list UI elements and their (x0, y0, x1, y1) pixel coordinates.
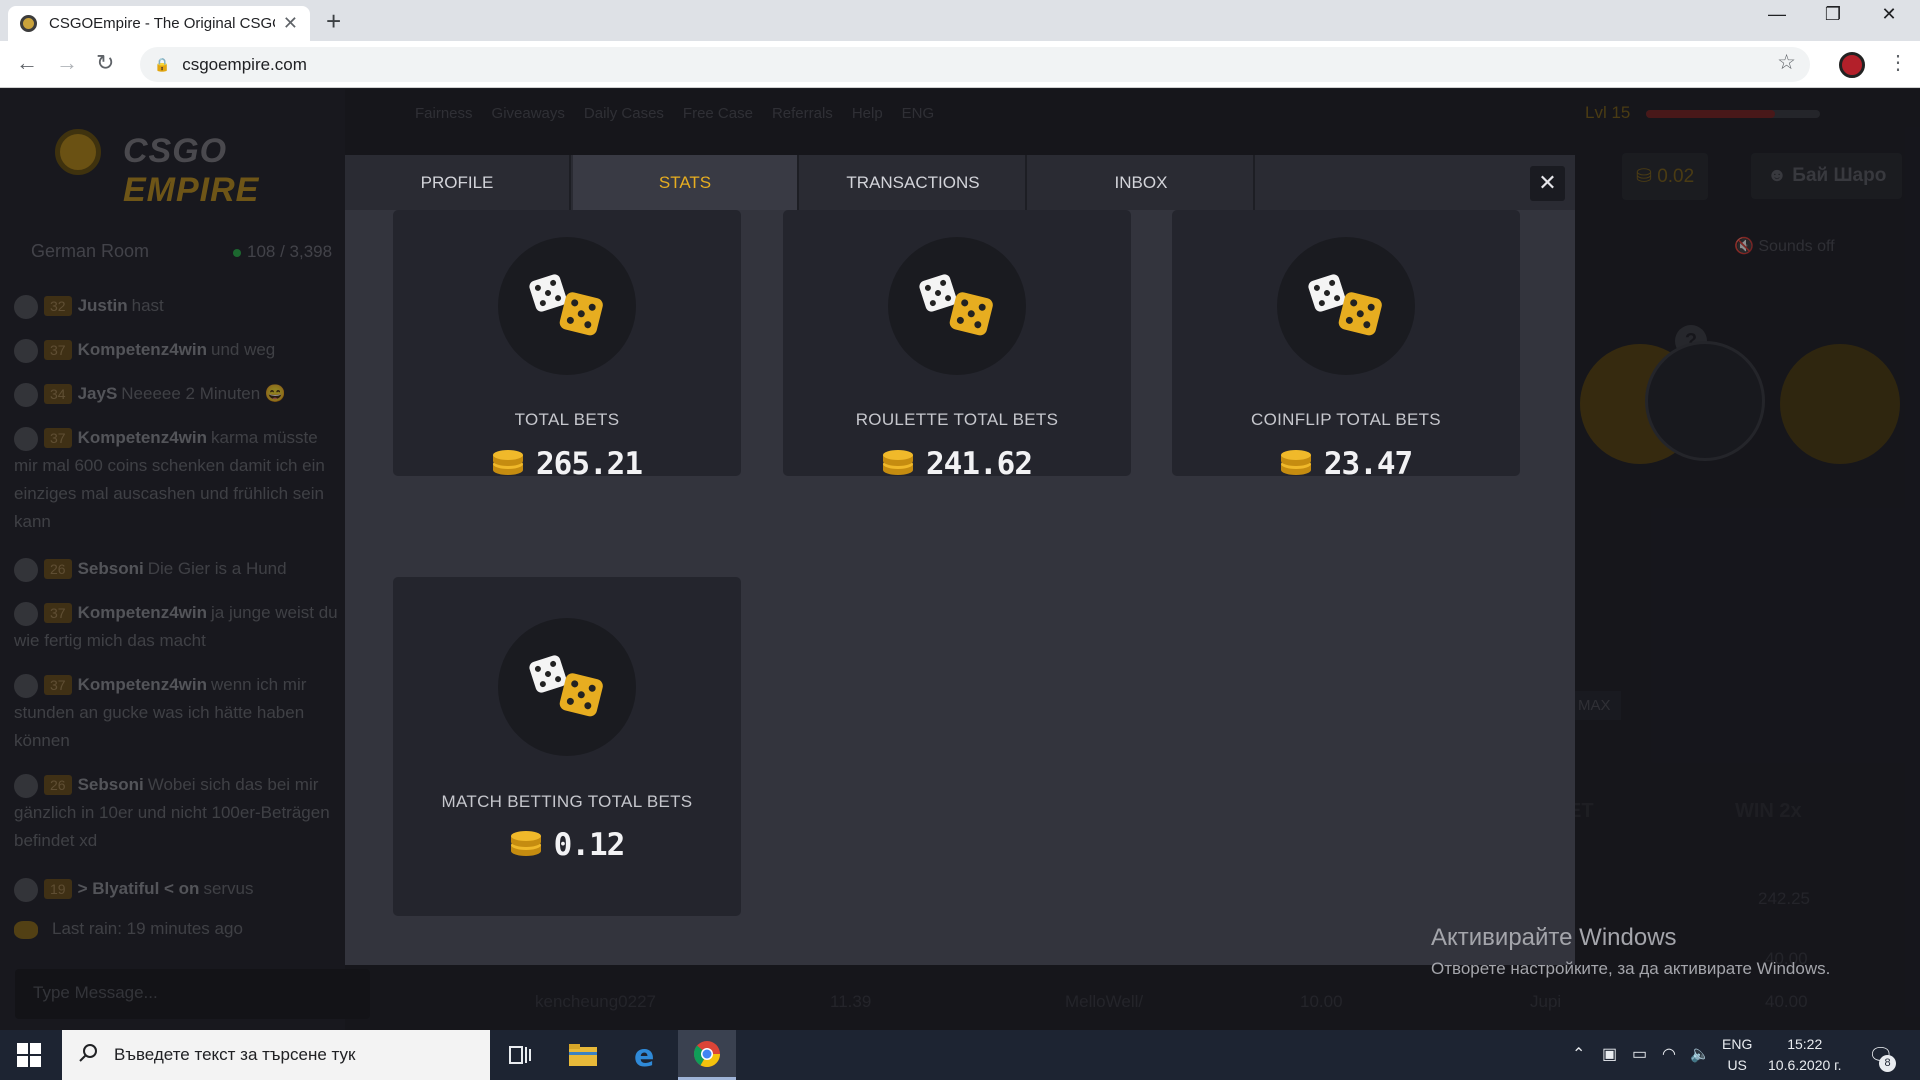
wifi-icon[interactable]: ◠ (1662, 1044, 1676, 1064)
task-view-icon[interactable] (491, 1030, 549, 1080)
tab-transactions[interactable]: TRANSACTIONS (801, 155, 1027, 210)
back-arrow-icon[interactable]: ← (16, 50, 38, 76)
coin-stack-icon (882, 448, 914, 481)
stat-value-row: 23.47 (1172, 446, 1520, 482)
stat-card-match-betting: MATCH BETTING TOTAL BETS 0.12 (393, 577, 741, 916)
window-close-button[interactable]: ✕ (1862, 4, 1916, 25)
clock-time: 15:22 (1787, 1036, 1823, 1052)
tab-inbox[interactable]: INBOX (1029, 155, 1255, 210)
stat-value-row: 265.21 (393, 446, 741, 482)
chrome-browser-icon[interactable] (678, 1030, 736, 1080)
coin-stack-icon (510, 829, 542, 862)
restore-button[interactable]: ❐ (1806, 4, 1860, 25)
clock-date: 10.6.2020 г. (1768, 1057, 1842, 1073)
defender-icon[interactable]: ▣ (1602, 1044, 1617, 1064)
lang-bottom: US (1727, 1057, 1747, 1073)
stat-value-row: 0.12 (393, 827, 741, 863)
windows-activation-title: Активирайте Windows (1431, 924, 1677, 951)
site-favicon-icon (20, 15, 37, 32)
browser-profile-avatar[interactable] (1839, 52, 1865, 78)
battery-icon[interactable]: ▭ (1632, 1044, 1647, 1064)
reload-icon[interactable]: ↻ (96, 50, 114, 76)
taskbar-search-input[interactable]: Въведете текст за търсене тук (62, 1030, 490, 1080)
show-hidden-icons-icon[interactable]: ⌃ (1572, 1044, 1585, 1064)
tab-close-icon[interactable]: ✕ (283, 13, 298, 34)
stat-label: MATCH BETTING TOTAL BETS (441, 792, 693, 811)
address-bar-row: ← → ↻ 🔒 csgoempire.com ☆ (0, 41, 1920, 88)
lock-icon: 🔒 (154, 56, 171, 72)
tab-profile[interactable]: PROFILE (345, 155, 571, 210)
bookmark-star-icon[interactable]: ☆ (1777, 50, 1796, 75)
tab-title: CSGOEmpire - The Original CSGO (49, 15, 275, 32)
modal-tabs: PROFILE STATS TRANSACTIONS INBOX ✕ (345, 155, 1575, 210)
stat-value-row: 241.62 (783, 446, 1131, 482)
browser-menu-icon[interactable]: ⋮ (1888, 50, 1908, 75)
coin-stack-icon (492, 448, 524, 481)
windows-taskbar: Въведете текст за търсене тук e ⌃ ▣ ▭ ◠ … (0, 1030, 1920, 1080)
stat-label: COINFLIP TOTAL BETS (1251, 410, 1441, 429)
close-icon[interactable]: ✕ (1530, 166, 1565, 201)
edge-browser-icon[interactable]: e (616, 1030, 674, 1080)
volume-icon[interactable]: 🔈 (1690, 1044, 1710, 1064)
search-icon (78, 1043, 98, 1068)
browser-tab-bar: CSGOEmpire - The Original CSGO ✕ + — ❐ ✕ (0, 0, 1920, 41)
url-input[interactable]: 🔒 csgoempire.com ☆ (140, 47, 1810, 82)
stat-label: TOTAL BETS (514, 410, 620, 429)
file-explorer-icon[interactable] (554, 1030, 612, 1080)
coin-stack-icon (1280, 448, 1312, 481)
lang-top: ENG (1722, 1036, 1753, 1052)
notification-center-icon[interactable]: 🗨 8 (1868, 1043, 1896, 1072)
stat-value: 0.12 (553, 827, 626, 863)
dice-icon (498, 618, 636, 756)
windows-activation-subtitle: Отворете настройките, за да активирате W… (1431, 959, 1831, 978)
windows-start-icon[interactable] (17, 1043, 41, 1072)
browser-tab[interactable]: CSGOEmpire - The Original CSGO ✕ (8, 6, 310, 41)
system-clock[interactable]: 15:22 10.6.2020 г. (1768, 1034, 1841, 1076)
tab-bar-filler (1257, 155, 1575, 210)
profile-modal: PROFILE STATS TRANSACTIONS INBOX ✕ TOTAL… (345, 155, 1575, 965)
dice-icon (498, 237, 636, 375)
new-tab-button[interactable]: + (326, 6, 341, 37)
svg-text:e: e (634, 1041, 654, 1069)
notification-count-badge: 8 (1879, 1055, 1896, 1072)
stat-value: 265.21 (536, 446, 643, 482)
stat-card-coinflip: COINFLIP TOTAL BETS 23.47 (1172, 210, 1520, 482)
stat-value: 241.62 (926, 446, 1033, 482)
dice-icon (1277, 237, 1415, 375)
tab-stats[interactable]: STATS (573, 155, 799, 210)
stat-card-total-bets: TOTAL BETS 265.21 (393, 210, 741, 482)
minimize-button[interactable]: — (1750, 4, 1804, 25)
dice-icon (888, 237, 1026, 375)
input-language[interactable]: ENG US (1722, 1034, 1752, 1076)
search-placeholder: Въведете текст за търсене тук (114, 1045, 356, 1064)
stat-card-roulette: ROULETTE TOTAL BETS 241.62 (783, 210, 1131, 482)
url-text: csgoempire.com (182, 54, 307, 74)
stat-label: ROULETTE TOTAL BETS (855, 410, 1059, 429)
forward-arrow-icon[interactable]: → (56, 50, 78, 76)
stat-value: 23.47 (1323, 446, 1413, 482)
